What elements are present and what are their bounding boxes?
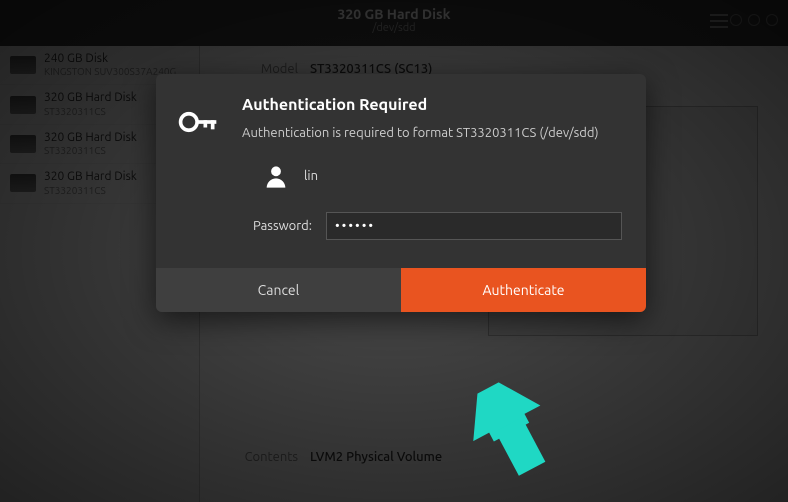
password-input[interactable] — [326, 212, 622, 240]
dialog-message: Authentication is required to format ST3… — [242, 124, 622, 142]
authenticate-button[interactable]: Authenticate — [401, 268, 646, 312]
auth-dialog: Authentication Required Authentication i… — [156, 74, 646, 312]
user-icon — [262, 162, 290, 190]
username-label: lin — [304, 169, 318, 183]
cancel-button[interactable]: Cancel — [156, 268, 401, 312]
password-label: Password: — [242, 219, 312, 233]
key-icon — [176, 96, 224, 250]
dialog-title: Authentication Required — [242, 96, 622, 114]
